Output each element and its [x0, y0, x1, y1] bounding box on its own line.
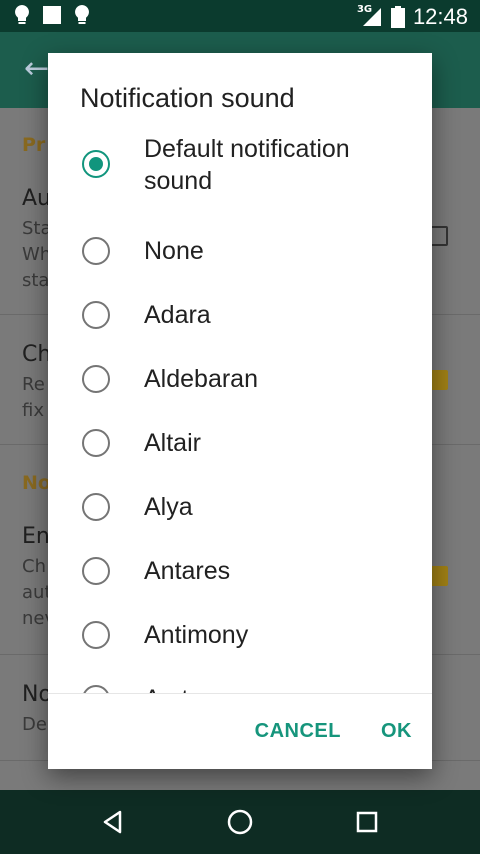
- arrow-back-icon[interactable]: ←: [24, 54, 49, 84]
- dialog-title: Notification sound: [80, 83, 295, 113]
- option-label: Antimony: [144, 621, 249, 649]
- section-header: Pr: [22, 134, 46, 156]
- radio-icon[interactable]: [82, 685, 110, 693]
- cancel-button[interactable]: CANCEL: [235, 714, 361, 749]
- signal-icon: 3G: [356, 4, 383, 28]
- option-arcturus[interactable]: Arcturus: [48, 667, 432, 693]
- option-altair[interactable]: Altair: [48, 411, 432, 475]
- recents-square-icon[interactable]: [343, 798, 391, 846]
- setting-subtitle: fix: [22, 400, 44, 421]
- option-label: Arcturus: [144, 683, 237, 693]
- option-label: Aldebaran: [144, 365, 258, 393]
- notification-sound-dialog: Notification sound Default notification …: [48, 53, 432, 769]
- dialog-divider: [48, 693, 432, 694]
- option-antares[interactable]: Antares: [48, 539, 432, 603]
- option-label: None: [144, 237, 204, 265]
- radio-icon[interactable]: [82, 365, 110, 393]
- square-icon: [42, 5, 62, 25]
- setting-title: Au: [22, 186, 51, 211]
- option-label: Adara: [144, 301, 211, 329]
- status-bar: 3G 12:48: [0, 0, 480, 32]
- option-label: Default notification sound: [144, 135, 350, 195]
- setting-subtitle: sta: [22, 270, 50, 291]
- radio-icon[interactable]: [82, 429, 110, 457]
- dialog-actions: CANCEL OK: [235, 709, 432, 753]
- radio-icon[interactable]: [82, 557, 110, 585]
- option-antimony[interactable]: Antimony: [48, 603, 432, 667]
- radio-icon[interactable]: [82, 237, 110, 265]
- navigation-bar: [0, 790, 480, 854]
- battery-icon: [390, 6, 405, 28]
- back-triangle-icon[interactable]: [89, 798, 137, 846]
- clock: 12:48: [412, 4, 468, 29]
- option-label: Altair: [144, 429, 201, 457]
- setting-subtitle: Ch: [22, 556, 46, 577]
- ok-button[interactable]: OK: [361, 714, 432, 749]
- network-type: 3G: [356, 4, 373, 15]
- option-label: Alya: [144, 493, 193, 521]
- radio-selected-icon[interactable]: [82, 150, 110, 178]
- setting-subtitle: De: [22, 714, 47, 735]
- option-none[interactable]: None: [48, 219, 432, 283]
- option-adara[interactable]: Adara: [48, 283, 432, 347]
- setting-title: En: [22, 524, 50, 549]
- radio-icon[interactable]: [82, 301, 110, 329]
- option-alya[interactable]: Alya: [48, 475, 432, 539]
- option-label: Antares: [144, 557, 231, 585]
- option-aldebaran[interactable]: Aldebaran: [48, 347, 432, 411]
- lightbulb-icon: [74, 4, 90, 26]
- section-header: No: [22, 472, 51, 494]
- lightbulb-icon: [14, 4, 30, 26]
- radio-icon[interactable]: [82, 621, 110, 649]
- sound-options-list[interactable]: Default notification sound None Adara Al…: [48, 133, 432, 693]
- radio-icon[interactable]: [82, 493, 110, 521]
- setting-subtitle: Wh: [22, 244, 52, 265]
- setting-subtitle: Re: [22, 374, 45, 395]
- option-default-notification-sound[interactable]: Default notification sound: [48, 133, 432, 219]
- setting-title: Ch: [22, 342, 52, 367]
- home-circle-icon[interactable]: [216, 798, 264, 846]
